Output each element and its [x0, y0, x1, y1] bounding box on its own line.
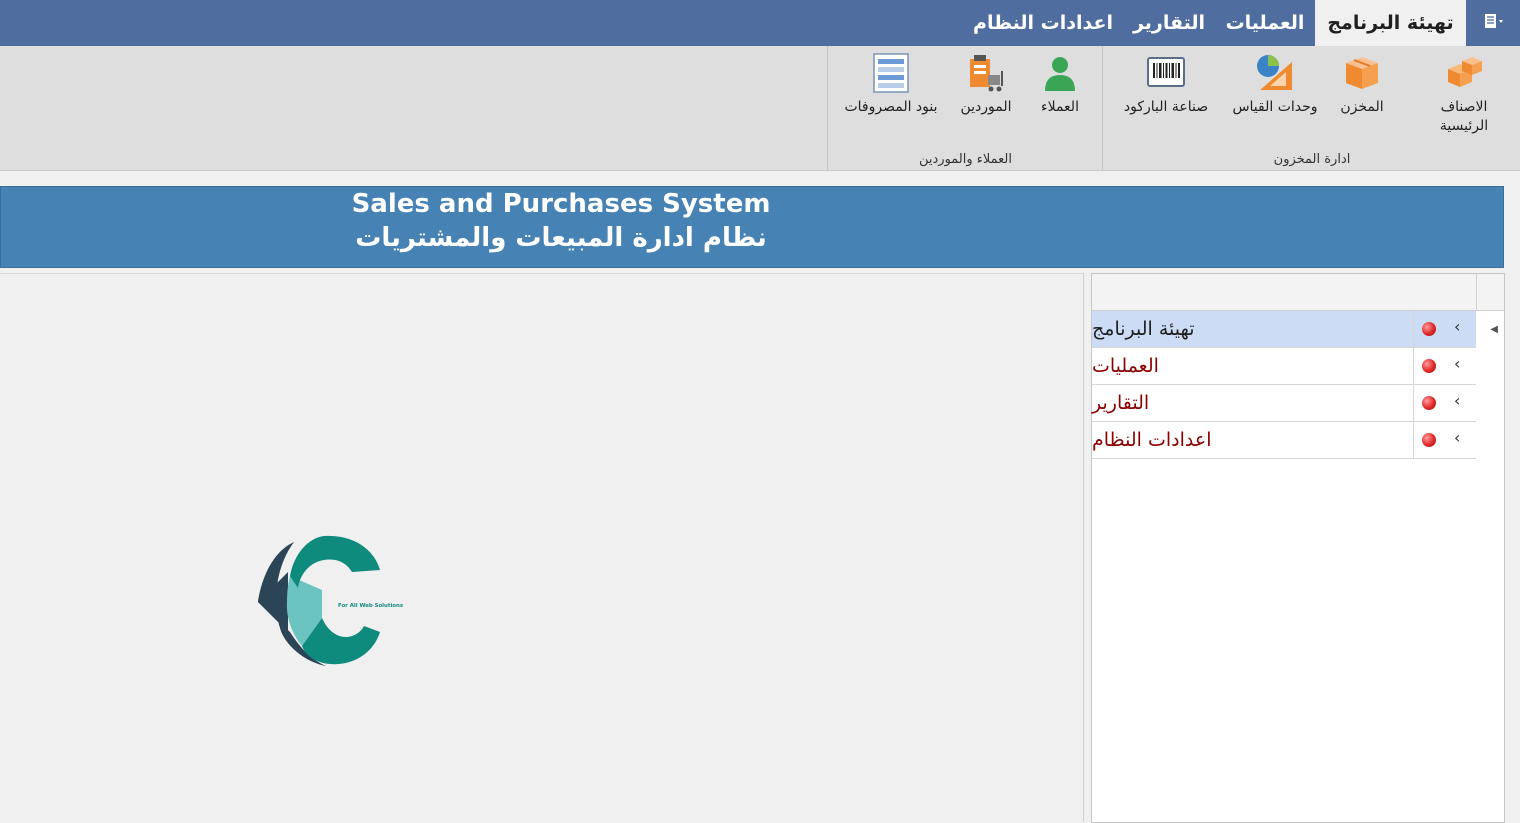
tab-operations[interactable]: العمليات	[1217, 0, 1313, 46]
row-indicator-icon: ◀	[1490, 324, 1498, 335]
supplier-icon	[965, 52, 1007, 94]
tab-system-settings[interactable]: اعدادات النظام	[968, 0, 1118, 46]
customer-icon	[1039, 52, 1081, 94]
expenses-icon	[870, 52, 912, 94]
red-bullet-icon	[1422, 322, 1436, 336]
nav-item-label: اعدادات النظام	[1092, 422, 1414, 458]
expense-items-button[interactable]: بنود المصروفات	[834, 52, 948, 117]
main-content-area: For All Web Solutions	[0, 273, 1084, 822]
system-title-banner: Sales and Purchases System نظام ادارة ال…	[0, 186, 1504, 268]
barcode-icon	[1145, 52, 1187, 94]
app-menu-icon	[1483, 13, 1505, 33]
ribbon-tab-bar: تهيئة البرنامج العمليات التقارير اعدادات…	[0, 0, 1520, 46]
nav-item-reports[interactable]: التقارير ‹	[1092, 385, 1476, 422]
expense-items-label: بنود المصروفات	[844, 99, 938, 115]
measure-icon	[1254, 52, 1296, 94]
tree-header	[1092, 274, 1477, 311]
boxes-icon	[1443, 52, 1485, 94]
warehouse-button[interactable]: المخزن	[1327, 52, 1397, 117]
group-customers-suppliers-label: العملاء والموردين	[918, 152, 1013, 167]
red-bullet-icon	[1422, 359, 1436, 373]
banner-title-arabic: نظام ادارة المبيعات والمشتريات	[355, 223, 767, 253]
chevron-left-icon[interactable]: ‹	[1454, 317, 1460, 336]
box-icon	[1341, 52, 1383, 94]
group-inventory-label: ادارة المخزون	[1273, 152, 1351, 167]
chevron-left-icon[interactable]: ‹	[1454, 354, 1460, 373]
chevron-left-icon[interactable]: ‹	[1454, 391, 1460, 410]
main-categories-button[interactable]: الاصناف الرئيسية	[1416, 52, 1512, 136]
main-categories-label: الاصناف الرئيسية	[1439, 99, 1489, 134]
nav-item-system-settings[interactable]: اعدادات النظام ‹	[1092, 422, 1476, 459]
nav-item-program-setup[interactable]: تهيئة البرنامج ‹	[1092, 311, 1476, 348]
customers-button[interactable]: العملاء	[1028, 52, 1092, 117]
tab-reports[interactable]: التقارير	[1124, 0, 1214, 46]
red-bullet-icon	[1422, 396, 1436, 410]
banner-title-english: Sales and Purchases System	[351, 189, 771, 219]
chevron-left-icon[interactable]: ‹	[1454, 428, 1460, 447]
suppliers-button[interactable]: الموردين	[948, 52, 1024, 117]
barcode-maker-label: صناعة الباركود	[1123, 99, 1209, 115]
units-label: وحدات القياس	[1232, 99, 1318, 115]
red-bullet-icon	[1422, 433, 1436, 447]
company-logo: For All Web Solutions	[254, 532, 434, 676]
ribbon-panel: الاصناف الرئيسية المخزن وحدات القياس صنا…	[0, 46, 1520, 171]
tree-header-corner	[1477, 274, 1504, 311]
group-customers-suppliers: العملاء الموردين بنود المصروفات العملاء …	[827, 46, 1103, 170]
nav-item-label: تهيئة البرنامج	[1092, 311, 1414, 347]
group-inventory: الاصناف الرئيسية المخزن وحدات القياس صنا…	[1102, 46, 1520, 170]
logo-tagline: For All Web Solutions	[338, 603, 403, 609]
app-menu-button[interactable]	[1468, 0, 1520, 46]
navigation-tree: ◀ تهيئة البرنامج ‹ العمليات ‹ التقارير ‹…	[1091, 273, 1505, 823]
nav-item-label: التقارير	[1092, 385, 1414, 421]
nav-item-label: العمليات	[1092, 348, 1414, 384]
suppliers-label: الموردين	[960, 99, 1012, 115]
units-button[interactable]: وحدات القياس	[1223, 52, 1327, 117]
barcode-maker-button[interactable]: صناعة الباركود	[1111, 52, 1221, 117]
nav-item-operations[interactable]: العمليات ‹	[1092, 348, 1476, 385]
tab-program-setup[interactable]: تهيئة البرنامج	[1315, 0, 1466, 46]
customers-label: العملاء	[1041, 99, 1079, 115]
warehouse-label: المخزن	[1340, 99, 1384, 115]
